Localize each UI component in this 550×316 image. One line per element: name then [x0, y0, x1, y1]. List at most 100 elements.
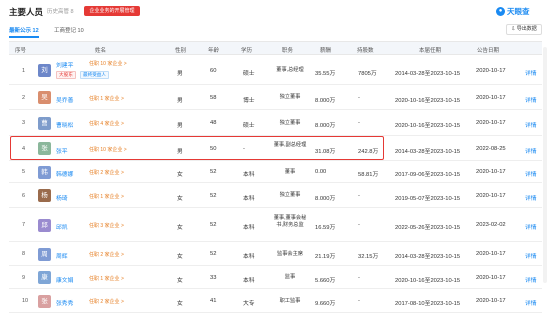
term-cell: 2014-03-28至2023-10-15: [395, 254, 461, 260]
holding-cell: -: [358, 94, 360, 101]
tab-latest[interactable]: 最新公示 12: [9, 26, 39, 34]
detail-link[interactable]: 详情: [525, 169, 537, 178]
col-term: 本届任期: [419, 48, 442, 54]
company-count-link[interactable]: 任职 3 家企业 >: [89, 222, 124, 229]
detail-link[interactable]: 详情: [525, 146, 537, 155]
term-cell: 2017-09-06至2023-10-15: [395, 172, 461, 178]
company-count-link[interactable]: 任职 10 家企业 >: [89, 60, 127, 67]
sex-cell: 女: [177, 195, 183, 202]
avatar[interactable]: 张: [38, 294, 51, 308]
avatar[interactable]: 吴: [38, 91, 51, 104]
age-cell: 48: [210, 120, 217, 126]
export-label: 导出数据: [516, 26, 537, 32]
announce-date-cell: 2020-10-17: [476, 192, 506, 199]
company-count-link[interactable]: 任职 4 家企业 >: [89, 120, 124, 127]
row-number: 9: [22, 274, 26, 281]
table-row: 10 张张秀秀 任职 2 家企业 > 女 41 大专 职工监事 9.660万 - 2017-08-…: [9, 289, 542, 313]
table-row: 6 杨杨琦 任职 1 家企业 > 女 52 本科 独立董事 8.000万 - 2019-05-07…: [9, 183, 542, 208]
announce-date-cell: 2023-02-02: [476, 222, 506, 228]
position-cell: 董事,董事会秘书,财务总监: [273, 214, 307, 228]
history-link[interactable]: 历史高管 8: [47, 7, 74, 15]
avatar[interactable]: 杨: [38, 189, 51, 202]
avatar[interactable]: 曹: [38, 116, 51, 130]
sex-cell: 女: [177, 254, 183, 260]
salary-cell: 8.000万: [315, 195, 336, 202]
detail-link[interactable]: 详情: [525, 95, 537, 104]
avatar[interactable]: 周: [38, 247, 51, 261]
detail-link[interactable]: 详情: [525, 193, 537, 202]
col-salary: 薪酬: [320, 48, 332, 54]
company-count-link[interactable]: 任职 1 家企业 >: [89, 95, 124, 102]
section-title: 主要人员: [9, 7, 44, 17]
education-cell: 本科: [243, 225, 255, 231]
avatar[interactable]: 邱: [38, 218, 51, 232]
company-count-link[interactable]: 任职 2 家企业 >: [89, 298, 124, 305]
detail-link[interactable]: 详情: [525, 298, 537, 307]
salary-cell: 8.000万: [315, 97, 336, 104]
company-count-link[interactable]: 任职 2 家企业 >: [89, 169, 124, 176]
avatar[interactable]: 康: [38, 271, 51, 284]
person-name[interactable]: 吴乔善: [56, 95, 73, 104]
company-count-link[interactable]: 任职 2 家企业 >: [89, 251, 124, 258]
detail-link[interactable]: 详情: [525, 120, 537, 129]
table-row: 9 康康文娟 任职 1 家企业 > 女 33 本科 监事 5.660万 - 2020-10-16至…: [9, 266, 542, 289]
term-cell: 2019-05-07至2023-10-15: [395, 195, 461, 202]
person-name[interactable]: 张秀秀: [56, 298, 73, 307]
holding-cell: -: [358, 120, 360, 126]
education-cell: 本科: [243, 195, 255, 202]
age-cell: 41: [210, 298, 217, 304]
announce-date-cell: 2020-10-17: [476, 251, 506, 257]
col-name: 姓名: [95, 48, 107, 54]
person-name[interactable]: 杨琦: [56, 193, 68, 202]
education-cell: 博士: [243, 97, 255, 104]
tab-underline: [9, 36, 39, 38]
age-cell: 52: [210, 169, 217, 175]
row-number: 10: [22, 298, 29, 304]
sex-cell: 女: [177, 225, 183, 231]
company-count-link[interactable]: 任职 1 家企业 >: [89, 193, 124, 200]
term-cell: 2014-03-28至2023-10-15: [395, 70, 461, 77]
sex-cell: 男: [177, 123, 183, 129]
person-name[interactable]: 康文娟: [56, 275, 73, 284]
salary-cell: 8.000万: [315, 123, 336, 129]
scrollbar[interactable]: [543, 47, 547, 283]
row-number: 5: [22, 169, 26, 175]
table-row: 5 韩韩德娜 任职 2 家企业 > 女 52 本科 董事 0.00 58.81万 2017-09-…: [9, 161, 542, 183]
announce-date-cell: 2020-10-17: [476, 169, 506, 175]
tab-registration[interactable]: 工商登记 10: [54, 26, 84, 34]
row-number: 8: [22, 251, 26, 257]
detail-link[interactable]: 详情: [525, 275, 537, 284]
person-name[interactable]: 刘建平: [56, 60, 73, 69]
table-header: 序号 姓名 性别 年龄 学历 职务 薪酬 持股数 本届任期 公告日期: [9, 41, 542, 55]
term-cell: 2022-05-26至2023-10-15: [395, 225, 461, 231]
col-position: 职务: [282, 48, 294, 54]
term-cell: 2017-08-10至2023-10-15: [395, 301, 461, 307]
person-name[interactable]: 曹晓松: [56, 120, 73, 129]
term-cell: 2020-10-16至2023-10-15: [395, 97, 461, 104]
highlight-box: [10, 136, 384, 160]
position-cell: 监事: [284, 274, 296, 280]
avatar[interactable]: 韩: [38, 165, 51, 179]
person-name[interactable]: 周辉: [56, 251, 68, 260]
sex-cell: 女: [177, 301, 183, 307]
person-name[interactable]: 邱凯: [56, 222, 68, 231]
education-cell: 硕士: [243, 70, 255, 77]
person-name[interactable]: 韩德娜: [56, 169, 73, 178]
company-count-link[interactable]: 任职 1 家企业 >: [89, 275, 124, 282]
col-sex: 性别: [175, 48, 187, 54]
holding-cell: -: [358, 222, 360, 228]
sex-cell: 女: [177, 277, 183, 284]
promo-badge[interactable]: 企业业务的开展管理: [84, 6, 140, 16]
announce-date-cell: 2022-08-25: [476, 145, 506, 152]
avatar[interactable]: 刘: [38, 64, 51, 77]
education-cell: 大专: [243, 301, 255, 307]
detail-link[interactable]: 详情: [525, 222, 537, 231]
term-cell: 2014-03-28至2023-10-15: [395, 148, 461, 155]
logo-text: 天眼查: [507, 7, 530, 16]
export-button[interactable]: ⇩ 导出数据: [506, 24, 542, 35]
row-number: 1: [22, 67, 26, 74]
detail-link[interactable]: 详情: [525, 68, 537, 77]
detail-link[interactable]: 详情: [525, 251, 537, 260]
col-no: 序号: [15, 48, 27, 54]
table-row: 3 曹曹晓松 任职 4 家企业 > 男 48 硕士 独立董事 8.000万 - 2020-10-1…: [9, 110, 542, 136]
